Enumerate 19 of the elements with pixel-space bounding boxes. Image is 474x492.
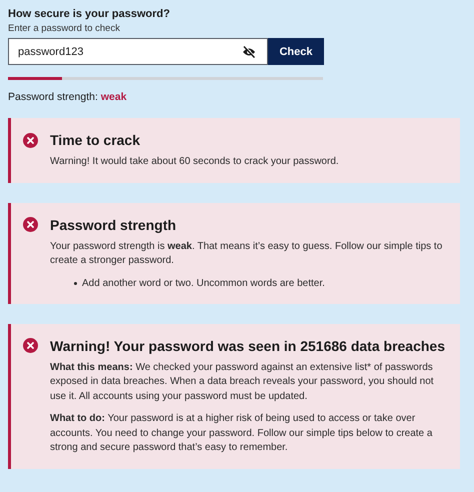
form-heading: How secure is your password? [8,8,171,21]
error-icon [23,338,38,353]
field-hint: Enter a password to check [8,22,121,35]
password-field[interactable]: password123 [8,38,268,65]
bullet-icon [74,282,77,285]
error-icon [23,217,38,232]
strength-value: weak [100,91,127,104]
alert-title: Warning! Your password was seen in 251686 data breaches [50,336,446,354]
alert-text: Warning! It would take about 60 seconds to crack your password. [50,155,340,169]
error-icon [23,132,38,148]
alert-text: What this means: We checked your password against an extensive list* of passwords exposed in data breaches. When a data breach reveals your password, you should not use it. All accounts using your password must be updated. [50,360,435,404]
strength-label: Password strength: [8,91,98,104]
alert-text: What to do: Your password is at a higher risk of being used to access or take over accounts. You need to change your password. Follow our simple tips below to create a strong and secure password that’s easy to remember. [50,412,434,455]
bullet-text: Add another word or two. Uncommon words are better. [82,276,325,290]
alert-title: Time to crack [50,131,140,149]
alert-text: Your password strength is weak. That means it’s easy to guess. Follow our simple tips to create a stronger password. [50,240,444,268]
check-button[interactable]: Check [268,38,324,65]
eye-slash-icon[interactable] [242,46,256,58]
alert-title: Password strength [50,216,176,234]
